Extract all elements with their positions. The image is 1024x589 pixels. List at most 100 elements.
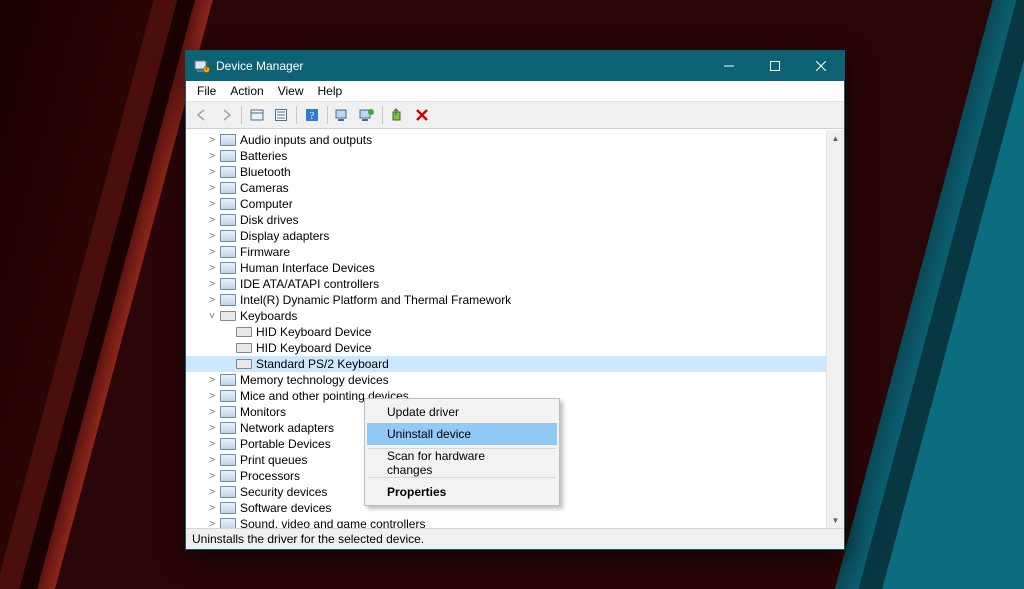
expand-icon[interactable]: > xyxy=(206,215,218,226)
context-menu[interactable]: Update driverUninstall device Scan for ha… xyxy=(364,398,560,506)
memory-icon xyxy=(220,372,236,388)
mouse-icon xyxy=(220,388,236,404)
tree-category[interactable]: >Audio inputs and outputs xyxy=(186,132,844,148)
collapse-icon[interactable]: ˅ xyxy=(206,311,218,322)
scroll-up-button[interactable]: ▲ xyxy=(827,130,844,147)
toolbar-help-button[interactable]: ? xyxy=(301,104,323,126)
cpu-icon xyxy=(220,468,236,484)
tree-category-label: Firmware xyxy=(240,245,290,259)
security-icon xyxy=(220,484,236,500)
tree-category-label: Bluetooth xyxy=(240,165,291,179)
disk-icon xyxy=(220,212,236,228)
expand-icon[interactable]: > xyxy=(206,247,218,258)
tree-category[interactable]: > Intel(R) Dynamic Platform and Thermal F… xyxy=(186,292,844,308)
network-icon xyxy=(220,420,236,436)
toolbar-scan-button[interactable] xyxy=(332,104,354,126)
expand-icon[interactable]: > xyxy=(206,471,218,482)
expand-icon[interactable]: > xyxy=(206,151,218,162)
tree-category[interactable]: ˅ Keyboards xyxy=(186,308,844,324)
tree-device[interactable]: HID Keyboard Device xyxy=(186,324,844,340)
expand-icon[interactable]: > xyxy=(206,199,218,210)
expand-icon[interactable]: > xyxy=(206,439,218,450)
app-icon xyxy=(194,58,210,74)
window-title: Device Manager xyxy=(216,51,706,81)
menu-help[interactable]: Help xyxy=(311,83,350,99)
tree-category-label: Intel(R) Dynamic Platform and Thermal Fr… xyxy=(240,293,511,307)
keyboard-icon xyxy=(220,308,236,324)
tree-category-label: Human Interface Devices xyxy=(240,261,375,275)
context-menu-item[interactable]: Properties xyxy=(367,481,557,503)
tree-category-label: Portable Devices xyxy=(240,437,331,451)
expand-icon[interactable]: > xyxy=(206,167,218,178)
nav-forward-button[interactable] xyxy=(215,104,237,126)
keyboard-icon xyxy=(236,356,252,372)
expand-icon[interactable]: > xyxy=(206,183,218,194)
toolbar-separator xyxy=(382,106,383,124)
context-menu-separator xyxy=(368,477,556,478)
vertical-scrollbar[interactable]: ▲ ▼ xyxy=(826,130,844,529)
tree-category[interactable]: > Bluetooth xyxy=(186,164,844,180)
expand-icon[interactable]: > xyxy=(206,455,218,466)
toolbar-separator xyxy=(241,106,242,124)
toolbar-uninstall-button[interactable] xyxy=(411,104,433,126)
toolbar-separator xyxy=(296,106,297,124)
tree-device[interactable]: Standard PS/2 Keyboard xyxy=(186,356,844,372)
context-menu-item[interactable]: Uninstall device xyxy=(367,423,557,445)
tree-category-label: Keyboards xyxy=(240,309,297,323)
toolbar-properties-button[interactable] xyxy=(270,104,292,126)
tree-category[interactable]: > Display adapters xyxy=(186,228,844,244)
portable-icon xyxy=(220,436,236,452)
context-menu-item[interactable]: Scan for hardware changes xyxy=(367,452,557,474)
tree-category[interactable]: > Human Interface Devices xyxy=(186,260,844,276)
tree-category[interactable]: >Disk drives xyxy=(186,212,844,228)
tree-category[interactable]: > Batteries xyxy=(186,148,844,164)
expand-icon[interactable]: > xyxy=(206,503,218,514)
camera-icon xyxy=(220,180,236,196)
maximize-button[interactable] xyxy=(752,51,798,81)
tree-category[interactable]: >Computer xyxy=(186,196,844,212)
expand-icon[interactable]: > xyxy=(206,487,218,498)
tree-category-label: Cameras xyxy=(240,181,289,195)
minimize-button[interactable] xyxy=(706,51,752,81)
expand-icon[interactable]: > xyxy=(206,375,218,386)
display-icon xyxy=(220,228,236,244)
monitors-icon xyxy=(220,404,236,420)
toolbar-enable-button[interactable] xyxy=(387,104,409,126)
expand-icon[interactable]: > xyxy=(206,279,218,290)
menu-view[interactable]: View xyxy=(271,83,311,99)
expand-icon[interactable]: > xyxy=(206,263,218,274)
tree-category-label: Batteries xyxy=(240,149,287,163)
tree-category-label: Processors xyxy=(240,469,300,483)
titlebar[interactable]: Device Manager xyxy=(186,51,844,81)
toolbar-show-hidden-button[interactable] xyxy=(246,104,268,126)
tree-category-label: Memory technology devices xyxy=(240,373,389,387)
tree-category-label: Security devices xyxy=(240,485,327,499)
expand-icon[interactable]: > xyxy=(206,135,218,146)
scroll-down-button[interactable]: ▼ xyxy=(827,512,844,529)
tree-category[interactable]: > Cameras xyxy=(186,180,844,196)
expand-icon[interactable]: > xyxy=(206,231,218,242)
context-menu-item[interactable]: Update driver xyxy=(367,401,557,423)
expand-icon[interactable]: > xyxy=(206,423,218,434)
tree-category-label: Network adapters xyxy=(240,421,334,435)
expand-icon[interactable]: > xyxy=(206,295,218,306)
menu-action[interactable]: Action xyxy=(223,83,270,99)
tree-category-label: Display adapters xyxy=(240,229,329,243)
tree-category[interactable]: > Memory technology devices xyxy=(186,372,844,388)
nav-back-button[interactable] xyxy=(191,104,213,126)
chip-icon xyxy=(220,292,236,308)
desktop-background: Device Manager File Action View Help xyxy=(0,0,1024,589)
expand-icon[interactable]: > xyxy=(206,391,218,402)
toolbar-update-button[interactable] xyxy=(356,104,378,126)
expand-icon[interactable]: > xyxy=(206,407,218,418)
tree-category[interactable]: >IDE ATA/ATAPI controllers xyxy=(186,276,844,292)
tree-category[interactable]: > Firmware xyxy=(186,244,844,260)
tree-device[interactable]: HID Keyboard Device xyxy=(186,340,844,356)
keyboard-icon xyxy=(236,324,252,340)
menu-file[interactable]: File xyxy=(190,83,223,99)
bluetooth-icon xyxy=(220,164,236,180)
device-manager-window: Device Manager File Action View Help xyxy=(185,50,845,550)
close-button[interactable] xyxy=(798,51,844,81)
software-icon xyxy=(220,500,236,516)
tree-category-label: Print queues xyxy=(240,453,307,467)
